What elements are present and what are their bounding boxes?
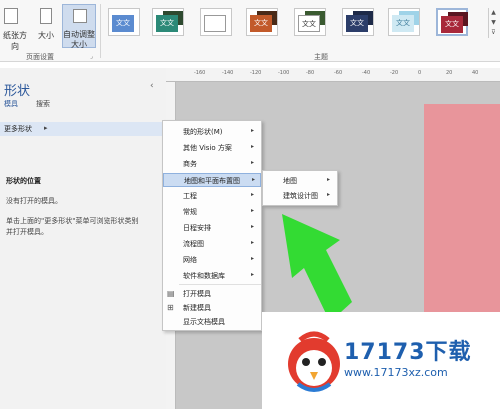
menu-item-network[interactable]: 网络 ▸ [163,253,261,267]
theme-1[interactable]: 文文 [108,8,140,36]
theme-5[interactable]: 文文 [294,8,326,36]
ruler-tick: 20 [446,70,453,76]
watermark-brand: 17173下载 [344,340,472,365]
theme-3[interactable] [200,8,232,36]
submenu-item-map[interactable]: 地图 ▸ [263,174,337,188]
horizontal-ruler: -160 -140 -120 -100 -80 -60 -40 -20 0 20… [166,68,500,82]
chevron-right-icon: ▸ [251,191,255,198]
ruler-tick: -100 [278,70,290,76]
menu-item-schedule[interactable]: 日程安排 ▸ [163,221,261,235]
section-heading: 形状的位置 [6,177,41,185]
group-divider [100,4,101,58]
ruler-tick: -160 [194,70,206,76]
pane-title: 形状 [4,84,31,99]
chevron-right-icon: ▸ [251,239,255,246]
menu-item-business[interactable]: 商务 ▸ [163,157,261,171]
ruler-tick: 40 [472,70,479,76]
menu-item-my-shapes[interactable]: 我的形状(M) ▸ [163,125,261,139]
autofit-label-2: 大小 [71,40,87,49]
ruler-tick: -80 [306,70,315,76]
more-shapes-menu: 我的形状(M) ▸ 其他 Visio 方案 ▸ 商务 ▸ 地图和平面布置图 ▸ 工程 ▸ … [162,120,262,331]
chevron-right-icon: ▸ [251,127,255,134]
autofit-icon [73,9,87,23]
orientation-button[interactable]: 纸张方向 [0,30,30,52]
submenu-item-building-plan[interactable]: 建筑设计图 ▸ [263,189,337,203]
tab-stencils[interactable]: 模具 [4,99,18,109]
chevron-right-icon: ▸ [251,255,255,262]
menu-item-show-doc-stencil[interactable]: 显示文档模具 [163,315,261,329]
collapse-pane-icon[interactable]: ‹ [150,81,154,91]
theme-group-label: 主题 [314,53,328,61]
menu-item-general[interactable]: 常规 ▸ [163,205,261,219]
theme-gallery-scroll[interactable]: ▲ ▼ ⊽ [488,8,498,38]
ruler-tick: -20 [390,70,399,76]
more-shapes-button[interactable]: 更多形状 ▸ [0,122,166,136]
chevron-right-icon: ▸ [44,124,48,132]
ruler-tick: -140 [222,70,234,76]
watermark-area: 17173下载 www.17173xz.com [262,312,500,409]
size-icon [40,8,52,24]
folder-icon: ▤ [167,289,175,298]
tab-search[interactable]: 搜索 [36,99,50,109]
menu-separator [179,284,261,285]
menu-item-other-visio[interactable]: 其他 Visio 方案 ▸ [163,141,261,155]
menu-item-flowchart[interactable]: 流程图 ▸ [163,237,261,251]
page-setup-group-label: 页面设置 [26,53,54,61]
ruler-tick: -60 [334,70,343,76]
menu-item-open-stencil[interactable]: ▤ 打开模具 [163,287,261,301]
menu-item-software-db[interactable]: 软件和数据库 ▸ [163,269,261,283]
theme-2[interactable]: 文文 [152,8,184,36]
ribbon: 纸张方向 大小 自动调整 大小 页面设置 ⌟ 文文 文文 文文 文文 文文 文文… [0,0,500,62]
theme-6[interactable]: 文文 [342,8,374,36]
orientation-icon [4,8,18,24]
hint-text-2: 并打开模具。 [6,228,48,236]
chevron-right-icon: ▸ [251,143,255,150]
size-button[interactable]: 大小 [34,30,58,41]
chevron-right-icon: ▸ [251,271,255,278]
shapes-pane: 形状 ‹ 模具 搜索 更多形状 ▸ 形状的位置 没有打开的模具。 单击上面的"更… [0,68,166,409]
chevron-right-icon: ▸ [252,176,256,183]
autofit-button[interactable]: 自动调整 大小 [62,4,96,49]
chevron-right-icon: ▸ [327,191,331,198]
ruler-tick: -40 [362,70,371,76]
watermark-url: www.17173xz.com [344,366,448,379]
maps-submenu: 地图 ▸ 建筑设计图 ▸ [262,170,338,206]
ruler-tick: -120 [250,70,262,76]
more-shapes-label: 更多形状 [4,125,32,133]
bird-logo-icon [288,331,340,392]
ruler-tick: 0 [418,70,422,76]
no-stencils-text: 没有打开的模具。 [6,197,62,205]
menu-item-engineering[interactable]: 工程 ▸ [163,189,261,203]
menu-item-maps-floorplans[interactable]: 地图和平面布置图 ▸ [163,173,261,187]
chevron-right-icon: ▸ [251,159,255,166]
grid-icon: ⊞ [167,303,174,312]
chevron-right-icon: ▸ [251,207,255,214]
hint-text-1: 单击上面的"更多形状"菜单可浏览形状类别 [6,217,139,225]
theme-4[interactable]: 文文 [246,8,278,36]
chevron-right-icon: ▸ [251,223,255,230]
theme-7[interactable]: 文文 [388,8,420,36]
page-setup-launcher-icon[interactable]: ⌟ [90,53,93,60]
theme-8[interactable]: 文文 [436,8,468,36]
chevron-right-icon: ▸ [327,176,331,183]
menu-item-new-stencil[interactable]: ⊞ 新建模具 [163,301,261,315]
